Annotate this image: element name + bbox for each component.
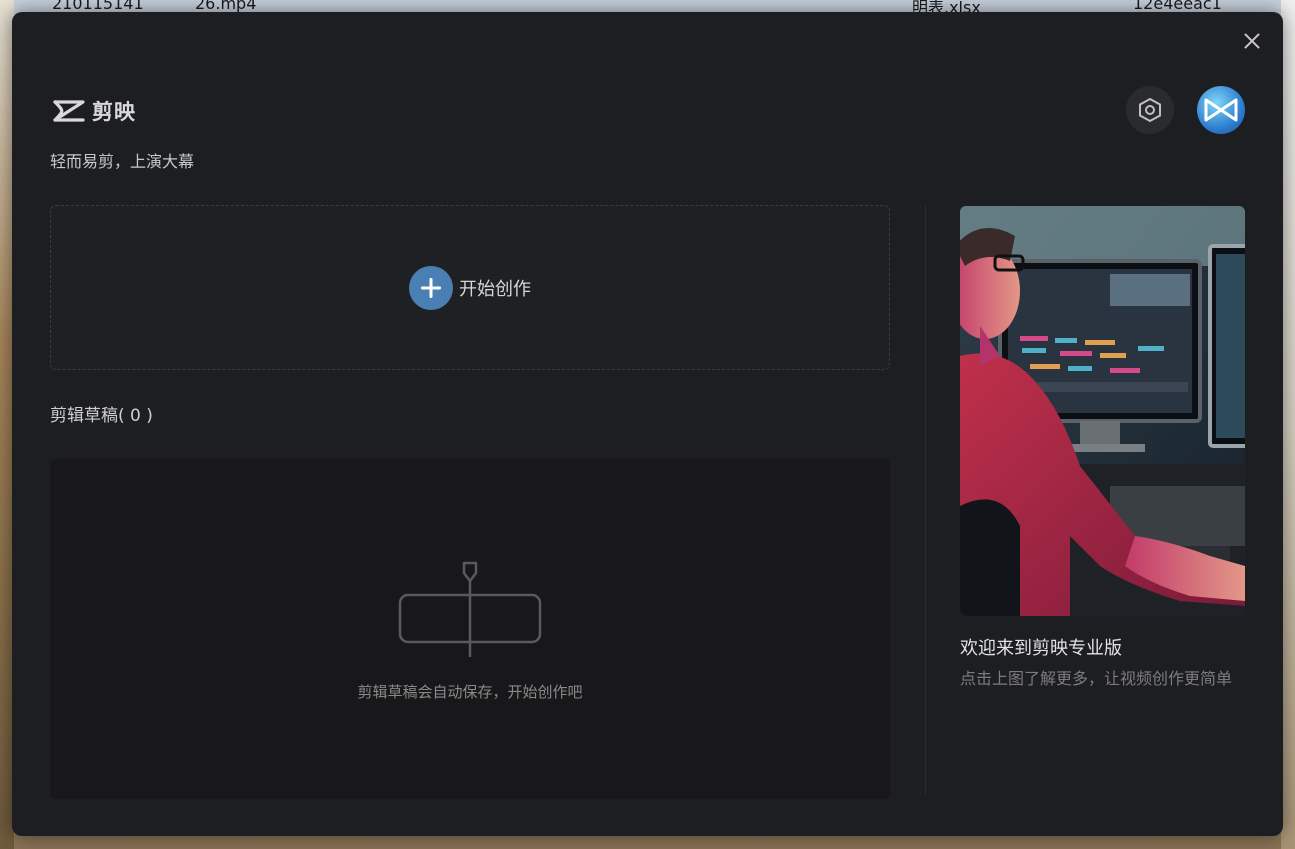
start-create-label: 开始创作 [459, 278, 531, 300]
drafts-list: 剪辑草稿会自动保存，开始创作吧 [50, 459, 890, 799]
desktop-background-right [1281, 0, 1295, 849]
promo-banner-image[interactable] [960, 206, 1245, 616]
empty-drafts-message: 剪辑草稿会自动保存，开始创作吧 [357, 683, 583, 701]
tagline: 轻而易剪，上演大幕 [50, 152, 195, 171]
capcut-logo-icon [53, 100, 85, 122]
avatar-bowtie-icon [1204, 98, 1238, 122]
user-avatar[interactable] [1197, 86, 1245, 134]
start-create-button[interactable]: 开始创作 [50, 205, 890, 370]
promo-title: 欢迎来到剪映专业版 [960, 638, 1122, 659]
promo-description: 点击上图了解更多，让视频创作更简单 [960, 669, 1233, 688]
timeline-clip-icon [398, 561, 542, 657]
app-logo: 剪映 [52, 96, 136, 126]
close-icon[interactable] [1241, 30, 1263, 52]
app-name: 剪映 [92, 100, 136, 124]
settings-hexagon-icon [1139, 97, 1161, 123]
capcut-start-window: 剪映 轻而易剪，上演大幕 开始创作 剪辑草稿( 0 ) 剪辑草稿会自动保存，开始… [12, 12, 1283, 836]
settings-button[interactable] [1126, 86, 1174, 134]
drafts-title: 剪辑草稿( 0 ) [50, 406, 153, 426]
plus-icon [409, 265, 453, 310]
panel-divider [925, 205, 926, 795]
